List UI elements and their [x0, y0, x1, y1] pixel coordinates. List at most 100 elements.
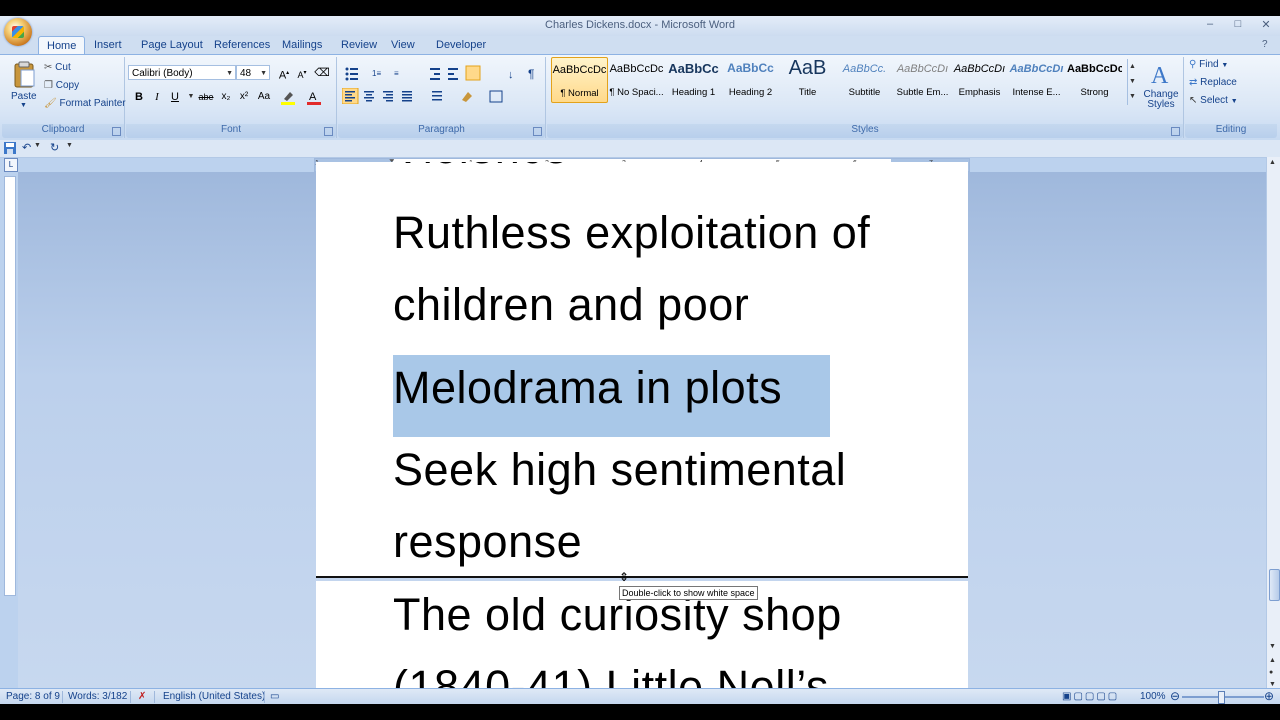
- bold-button[interactable]: B: [131, 89, 147, 105]
- font-name-combo[interactable]: Calibri (Body) ▼: [128, 65, 236, 80]
- change-styles-icon: A: [1151, 63, 1169, 89]
- change-case-button[interactable]: Aa: [254, 89, 274, 105]
- styles-scroll-icon[interactable]: ▲ ▼ ▼: [1127, 59, 1137, 105]
- font-name-value: Calibri (Body): [132, 68, 193, 79]
- doc-line[interactable]: Violence: [393, 162, 569, 174]
- style-title[interactable]: AaB Title: [780, 57, 835, 101]
- customize-toolbar-icon[interactable]: ▼: [66, 142, 73, 149]
- style-normal[interactable]: AaBbCcDc ¶ Normal: [551, 57, 608, 103]
- zoom-slider-thumb[interactable]: [1218, 691, 1225, 704]
- underline-button[interactable]: U: [167, 89, 183, 105]
- replace-icon: ⇄: [1189, 77, 1198, 88]
- find-button[interactable]: ⚲ Find ▼: [1189, 59, 1228, 70]
- style-name: Title: [798, 87, 817, 98]
- clear-formatting-icon[interactable]: ⌫: [314, 65, 330, 81]
- svg-text:A: A: [1151, 63, 1169, 87]
- doc-line[interactable]: Ruthless exploitation of: [393, 207, 870, 259]
- macro-record-icon[interactable]: ▭: [270, 691, 279, 702]
- language-indicator[interactable]: English (United States): [163, 691, 265, 702]
- list-buttons-icon[interactable]: 1≡ ≡ ↓ ¶: [342, 65, 542, 81]
- style-emphasis[interactable]: AaBbCcDı Emphasis: [952, 57, 1007, 101]
- doc-line[interactable]: Seek high sentimental: [393, 444, 846, 496]
- window-title: Charles Dickens.docx - Microsoft Word: [545, 19, 735, 31]
- cut-button[interactable]: ✂ Cut: [44, 62, 71, 73]
- format-painter-button[interactable]: 🖌 Format Painter: [44, 98, 126, 109]
- strikethrough-button[interactable]: abe: [196, 89, 216, 105]
- tab-view[interactable]: View: [391, 39, 415, 51]
- style-subtitle[interactable]: AaBbCc. Subtitle: [837, 57, 892, 101]
- tab-references[interactable]: References: [214, 39, 270, 51]
- paragraph-dialog-launcher[interactable]: [533, 127, 542, 136]
- select-button[interactable]: ↖ Select ▼: [1189, 95, 1238, 106]
- style-heading-1[interactable]: AaBbCс Heading 1: [666, 57, 721, 101]
- alignment-buttons-icon[interactable]: [342, 88, 542, 104]
- doc-line[interactable]: The old curiosity shop: [393, 589, 842, 641]
- page-count[interactable]: Page: 8 of 9: [6, 691, 60, 702]
- next-page-icon[interactable]: ▼: [1269, 681, 1276, 688]
- browse-object-icon[interactable]: ●: [1269, 669, 1273, 676]
- close-button[interactable]: ✕: [1254, 18, 1278, 31]
- document-page[interactable]: Violence Ruthless exploitation of childr…: [316, 162, 968, 577]
- maximize-button[interactable]: □: [1226, 18, 1250, 30]
- vertical-ruler[interactable]: [4, 176, 16, 596]
- replace-label: Replace: [1200, 77, 1237, 88]
- view-buttons-icon[interactable]: ▣▢▢▢▢: [1062, 691, 1119, 702]
- proofing-icon[interactable]: ✗: [138, 691, 146, 702]
- clipboard-group: Paste ▼ ✂ Cut ❐ Copy 🖌 Format Painter Cl…: [2, 57, 126, 138]
- zoom-out-icon[interactable]: ⊖: [1170, 689, 1180, 703]
- page-break-line[interactable]: [316, 576, 968, 578]
- style-strong[interactable]: AaBbCcDc Strong: [1067, 57, 1122, 101]
- style-subtle-emphasis[interactable]: AaBbCcDı Subtle Em...: [895, 57, 950, 101]
- scrollbar-thumb[interactable]: [1269, 569, 1280, 601]
- undo-dropdown-icon[interactable]: ▼: [34, 142, 41, 149]
- paragraph-group: 1≡ ≡ ↓ ¶ Paragraph: [338, 57, 546, 138]
- tab-selector[interactable]: L: [4, 158, 18, 172]
- paste-dropdown-icon[interactable]: ▼: [20, 102, 27, 109]
- clipboard-dialog-launcher[interactable]: [112, 127, 121, 136]
- office-button[interactable]: [4, 18, 32, 46]
- svg-text:↓: ↓: [508, 69, 514, 81]
- tab-review[interactable]: Review: [341, 39, 377, 51]
- doc-line-selected[interactable]: Melodrama in plots: [393, 362, 782, 414]
- help-icon[interactable]: ?: [1262, 39, 1272, 50]
- scroll-down-icon[interactable]: ▼: [1269, 643, 1276, 650]
- save-icon[interactable]: [4, 142, 16, 154]
- tab-developer[interactable]: Developer: [436, 39, 486, 51]
- shrink-font-button[interactable]: A▾: [294, 65, 310, 81]
- tab-page-layout[interactable]: Page Layout: [141, 39, 203, 51]
- zoom-level[interactable]: 100%: [1140, 691, 1166, 702]
- svg-text:A: A: [309, 91, 317, 103]
- zoom-in-icon[interactable]: ⊕: [1264, 689, 1274, 703]
- repeat-icon[interactable]: ↻: [50, 141, 59, 154]
- style-no-spacing[interactable]: AaBbCcDc ¶ No Spaci...: [609, 57, 664, 101]
- paste-button[interactable]: Paste ▼: [8, 59, 40, 109]
- vertical-scrollbar[interactable]: ▲ ▼ ▲ ● ▼: [1266, 157, 1280, 704]
- doc-line[interactable]: response: [393, 516, 582, 568]
- status-bar: Page: 8 of 9 Words: 3/182 ✗ English (Uni…: [0, 688, 1280, 704]
- change-styles-button[interactable]: A Change Styles: [1141, 59, 1181, 119]
- italic-button[interactable]: I: [149, 89, 165, 105]
- subscript-button[interactable]: x₂: [218, 89, 234, 105]
- font-size-combo[interactable]: 48 ▼: [236, 65, 270, 80]
- doc-line[interactable]: children and poor: [393, 279, 749, 331]
- superscript-button[interactable]: x²: [236, 89, 252, 105]
- styles-dialog-launcher[interactable]: [1171, 127, 1180, 136]
- font-dialog-launcher[interactable]: [324, 127, 333, 136]
- tab-insert[interactable]: Insert: [94, 39, 122, 51]
- minimize-button[interactable]: –: [1198, 18, 1222, 30]
- highlight-icon[interactable]: [280, 89, 296, 105]
- style-intense-emphasis[interactable]: AaBbCcDı Intense E...: [1009, 57, 1064, 101]
- font-color-button[interactable]: A: [306, 89, 322, 105]
- copy-button[interactable]: ❐ Copy: [44, 80, 79, 91]
- previous-page-icon[interactable]: ▲: [1269, 657, 1276, 664]
- clipboard-group-label: Clipboard: [2, 124, 124, 138]
- style-sample: AaBbCc.: [842, 63, 887, 75]
- undo-icon[interactable]: ↶: [22, 141, 31, 154]
- replace-button[interactable]: ⇄ Replace: [1189, 77, 1237, 88]
- tab-mailings[interactable]: Mailings: [282, 39, 322, 51]
- style-heading-2[interactable]: AaBbCc Heading 2: [723, 57, 778, 101]
- scroll-up-icon[interactable]: ▲: [1269, 159, 1276, 166]
- cursor-icon: ⇕: [619, 570, 630, 584]
- grow-font-button[interactable]: A▴: [276, 65, 292, 82]
- word-count[interactable]: Words: 3/182: [68, 691, 127, 702]
